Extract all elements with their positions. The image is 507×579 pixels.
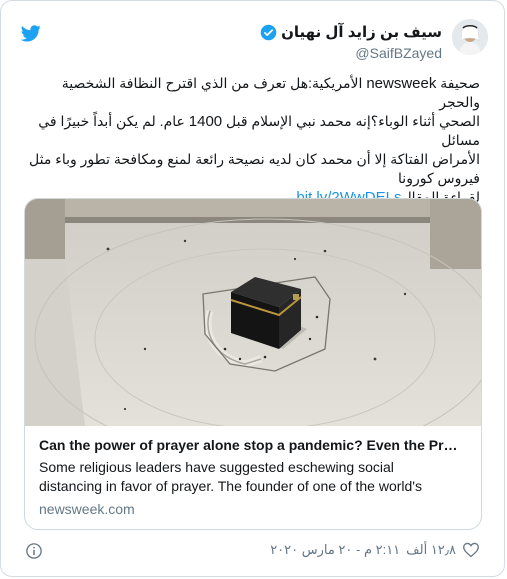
tweet-text-line1-a: صحيفة (436, 75, 480, 91)
card-description-line2: distancing in favor of prayer. The found… (39, 478, 422, 494)
card-domain: newsweek.com (39, 501, 135, 517)
verified-badge-icon (260, 24, 277, 40)
heart-icon[interactable] (462, 542, 480, 558)
tweet-text-line4: فيروس كورونا (398, 170, 480, 186)
tweet-text-newsweek: newsweek (366, 75, 437, 92)
like-count[interactable]: ١٢٫٨ ألف (406, 542, 456, 558)
twitter-bird-icon[interactable] (21, 25, 41, 42)
card-description-line1: Some religious leaders have suggested es… (39, 459, 394, 475)
author-handle[interactable]: @SaifBZayed (260, 45, 442, 61)
tweet-header: سيف بن زايد آل نهيان @SaifBZayed (17, 19, 488, 67)
tweet-text: صحيفة newsweek الأمريكية:هل تعرف من الذي… (25, 74, 480, 207)
info-icon[interactable] (25, 542, 43, 560)
tweet-footer: ١٢٫٨ ألف ٢:١١ م - ٢٠ مارس ٢٠٢٠ (25, 542, 480, 562)
tweet-meta: ١٢٫٨ ألف ٢:١١ م - ٢٠ مارس ٢٠٢٠ (270, 542, 480, 558)
author-name[interactable]: سيف بن زايد آل نهيان (281, 23, 442, 41)
tweet-text-line3: الأمراض الفتاكة إلا أن محمد كان لديه نصي… (29, 151, 480, 167)
avatar[interactable] (452, 19, 488, 55)
card-body: Can the power of prayer alone stop a pan… (39, 436, 467, 517)
link-card[interactable]: Can the power of prayer alone stop a pan… (24, 198, 482, 530)
card-description: Some religious leaders have suggested es… (39, 458, 467, 496)
author-block[interactable]: سيف بن زايد آل نهيان @SaifBZayed (260, 23, 442, 61)
tweet-text-line2-a: الصحي أثناء الوباء؟إنه محمد نبي الإسلام … (222, 113, 480, 129)
tweet-timestamp[interactable]: ٢:١١ م - ٢٠ مارس ٢٠٢٠ (270, 542, 400, 558)
card-title[interactable]: Can the power of prayer alone stop a pan… (39, 436, 467, 455)
embedded-tweet: سيف بن زايد آل نهيان @SaifBZayed صحيفة n… (0, 0, 505, 577)
tweet-text-number: 1400 (188, 113, 223, 130)
avatar-image (452, 19, 488, 55)
card-image[interactable] (25, 199, 481, 460)
kaaba-photo (25, 199, 481, 460)
